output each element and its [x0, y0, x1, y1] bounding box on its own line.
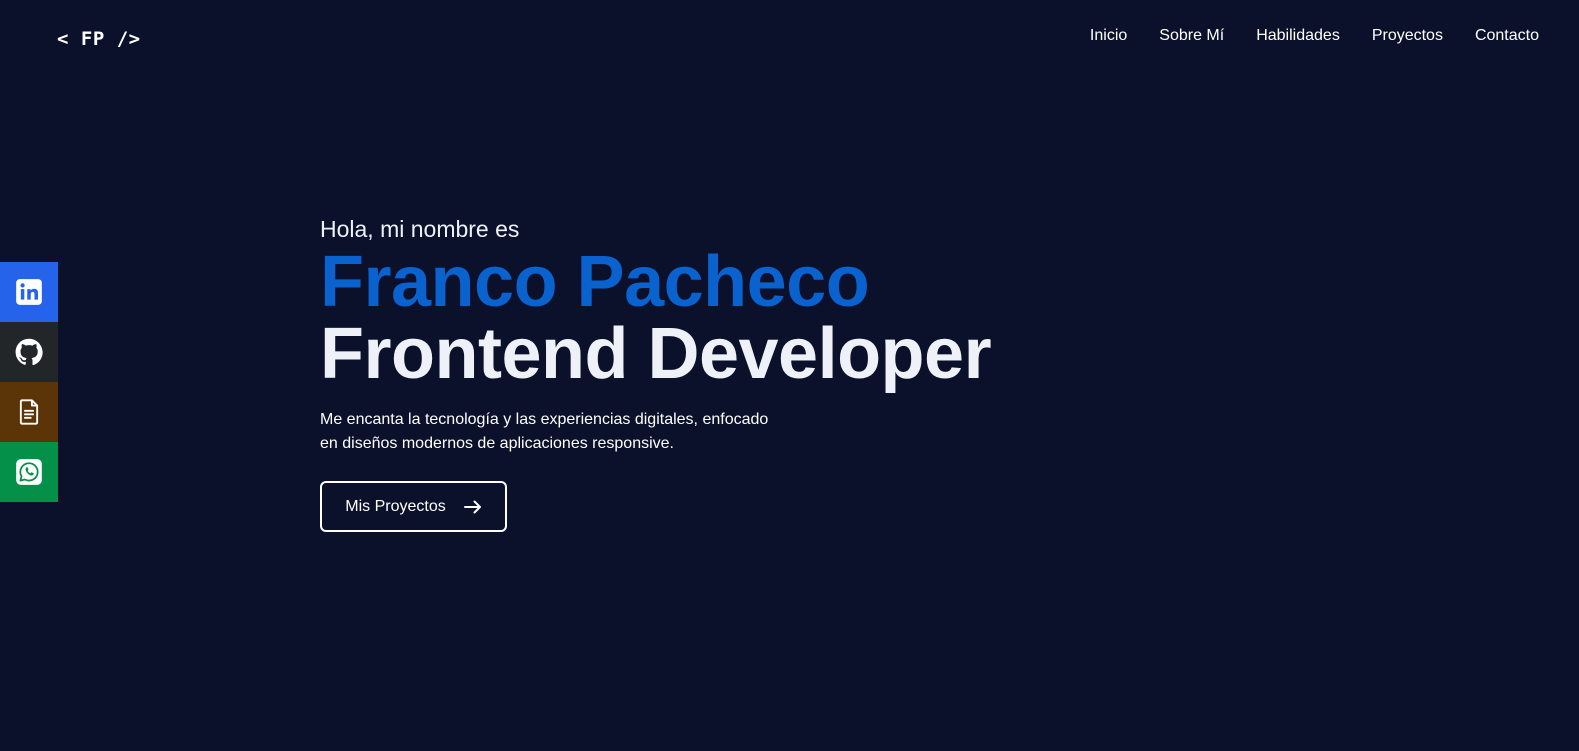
github-icon: [15, 338, 43, 366]
nav-link-contacto[interactable]: Contacto: [1475, 27, 1539, 45]
nav-link-proyectos[interactable]: Proyectos: [1372, 27, 1443, 45]
whatsapp-icon: [16, 459, 42, 485]
arrow-right-icon: [463, 500, 481, 513]
nav-link-inicio[interactable]: Inicio: [1090, 27, 1127, 45]
nav-link-sobre-mi[interactable]: Sobre Mí: [1159, 27, 1224, 45]
linkedin-link[interactable]: [0, 262, 58, 322]
hero-description: Me encanta la tecnología y las experienc…: [320, 411, 769, 452]
hero-greeting: Hola, mi nombre es: [320, 216, 520, 242]
logo[interactable]: < FP />: [57, 28, 141, 50]
main-nav: Inicio Sobre Mí Habilidades Proyectos Co…: [1090, 27, 1539, 45]
hero-role: Frontend Developer: [320, 314, 992, 394]
document-icon: [19, 399, 39, 425]
resume-link[interactable]: [0, 382, 58, 442]
my-projects-button[interactable]: Mis Proyectos: [320, 481, 507, 532]
linkedin-icon: [16, 279, 42, 305]
social-sidebar: [0, 262, 58, 502]
hero-name: Franco Pacheco: [320, 242, 870, 322]
my-projects-button-label: Mis Proyectos: [345, 497, 446, 515]
hero-section: Hola, mi nombre es Franco Pacheco Fronte…: [320, 214, 992, 532]
github-link[interactable]: [0, 322, 58, 382]
whatsapp-link[interactable]: [0, 442, 58, 502]
nav-link-habilidades[interactable]: Habilidades: [1256, 27, 1340, 45]
